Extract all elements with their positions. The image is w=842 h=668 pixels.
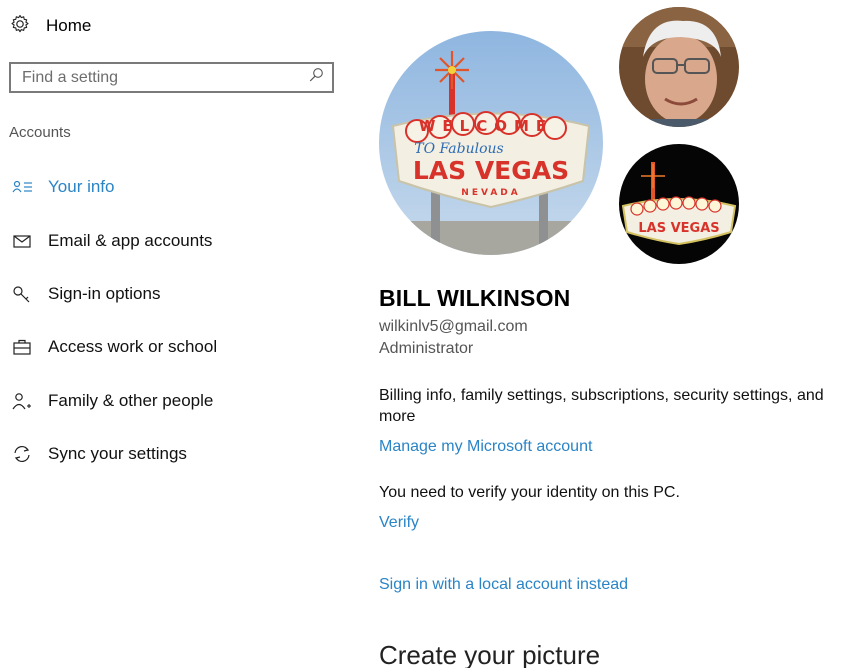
sidebar-item-work-school[interactable]: Access work or school (0, 330, 350, 364)
sync-icon (12, 445, 34, 463)
create-picture-heading: Create your picture (379, 640, 601, 668)
sidebar-item-label: Sign-in options (48, 284, 161, 303)
gear-icon (10, 14, 30, 39)
user-role: Administrator (379, 340, 474, 357)
person-list-icon (12, 178, 34, 196)
sidebar-item-label: Access work or school (48, 337, 218, 356)
verify-identity-message: You need to verify your identity on this… (379, 484, 680, 501)
sign-fabulous-text: TO Fabulous (414, 141, 503, 157)
manage-account-link[interactable]: Manage my Microsoft account (379, 438, 592, 456)
sidebar-item-label: Sync your settings (48, 444, 187, 463)
sidebar-item-sign-in-options[interactable]: Sign-in options (0, 277, 350, 311)
sign-las-vegas-text: LAS VEGAS (413, 156, 569, 185)
recent-picture-portrait[interactable] (619, 7, 739, 127)
sidebar-item-family[interactable]: Family & other people (0, 384, 350, 418)
section-title: Accounts (9, 124, 71, 141)
home-label: Home (46, 16, 92, 35)
briefcase-icon (12, 338, 34, 356)
search-icon[interactable] (308, 67, 324, 88)
sidebar-item-label: Your info (48, 177, 115, 196)
recent-picture-vegas-night[interactable]: LAS VEGAS (619, 144, 739, 264)
settings-window: Home Find a setting Accounts Your info E… (0, 0, 842, 668)
search-input[interactable]: Find a setting (22, 69, 118, 87)
user-name: BILL WILKINSON (379, 285, 571, 311)
sidebar-item-email-accounts[interactable]: Email & app accounts (0, 224, 350, 258)
user-email: wilkinlv5@gmail.com (379, 318, 528, 335)
verify-link[interactable]: Verify (379, 514, 419, 532)
local-account-link[interactable]: Sign in with a local account instead (379, 576, 628, 594)
key-icon (12, 285, 34, 303)
small-sign-las-vegas-text: LAS VEGAS (638, 221, 719, 236)
sidebar: Home Find a setting Accounts Your info E… (0, 0, 350, 668)
add-person-icon (12, 392, 34, 410)
billing-description: Billing info, family settings, subscript… (379, 387, 824, 425)
sign-welcome-text: WELCOME (419, 117, 553, 135)
search-box[interactable]: Find a setting (9, 62, 334, 93)
sidebar-item-your-info[interactable]: Your info (0, 170, 350, 204)
sidebar-item-label: Family & other people (48, 391, 214, 410)
home-nav-item[interactable]: Home (10, 12, 91, 40)
your-info-panel: WELCOME TO Fabulous LAS VEGAS NEVADA LAS… (378, 0, 842, 668)
sign-nevada-text: NEVADA (461, 188, 520, 198)
sidebar-item-label: Email & app accounts (48, 231, 213, 250)
sidebar-item-sync[interactable]: Sync your settings (0, 437, 350, 471)
mail-icon (12, 232, 34, 250)
profile-picture: WELCOME TO Fabulous LAS VEGAS NEVADA (379, 31, 603, 255)
